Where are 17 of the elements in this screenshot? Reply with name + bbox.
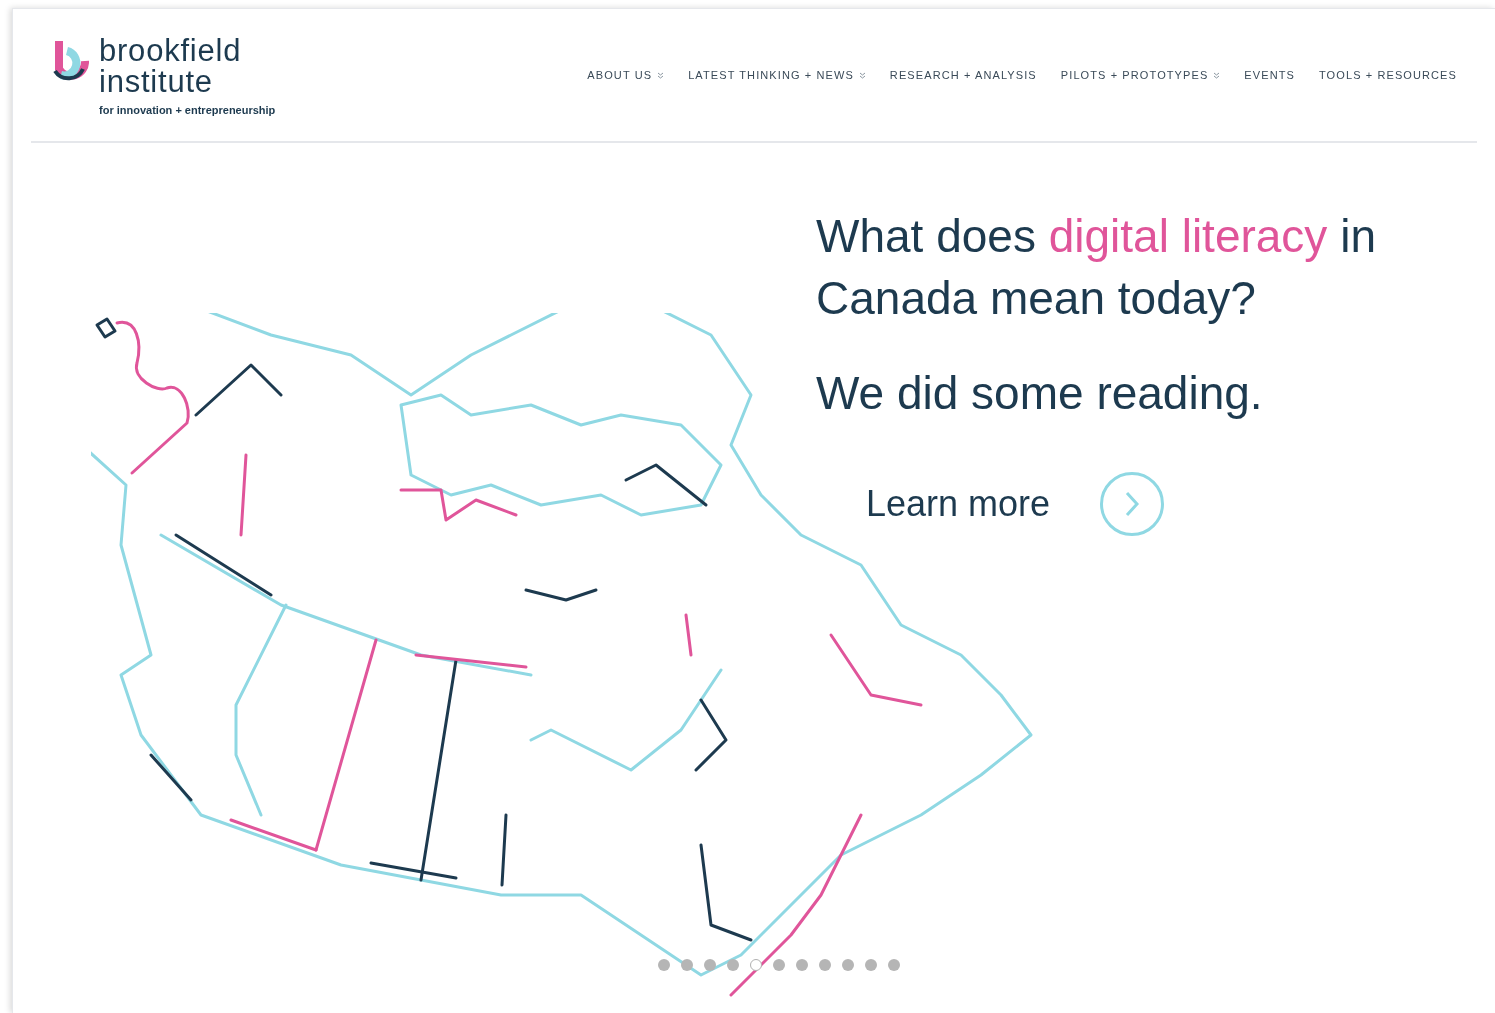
next-button[interactable]	[1100, 472, 1165, 536]
nav-link[interactable]: RESEARCH + ANALYSIS	[889, 66, 1037, 84]
logo-name: brookfield	[99, 34, 243, 66]
hero-subheadline: We did some reading.	[816, 366, 1264, 421]
logo-tagline: for innovation + entrepreneurship	[99, 104, 276, 116]
logo-name: institute	[99, 65, 214, 97]
chevron-down-icon	[858, 72, 866, 80]
hero-headline: What does digital literacy in Canada mean today?	[816, 209, 1377, 326]
nav-link[interactable]: PILOTS + PROTOTYPES	[1060, 66, 1221, 84]
chevron-down-icon	[657, 72, 665, 80]
nav-link[interactable]: LATEST THINKING + NEWS	[688, 66, 866, 84]
chevron-right-icon	[1124, 491, 1141, 517]
nav-link[interactable]: TOOLS + RESOURCES	[1319, 66, 1457, 84]
nav-link[interactable]: EVENTS	[1244, 66, 1295, 84]
chevron-down-icon	[1213, 72, 1221, 80]
learn-more-link[interactable]: Learn more	[866, 477, 1051, 531]
nav-link[interactable]: ABOUT US	[587, 66, 665, 84]
